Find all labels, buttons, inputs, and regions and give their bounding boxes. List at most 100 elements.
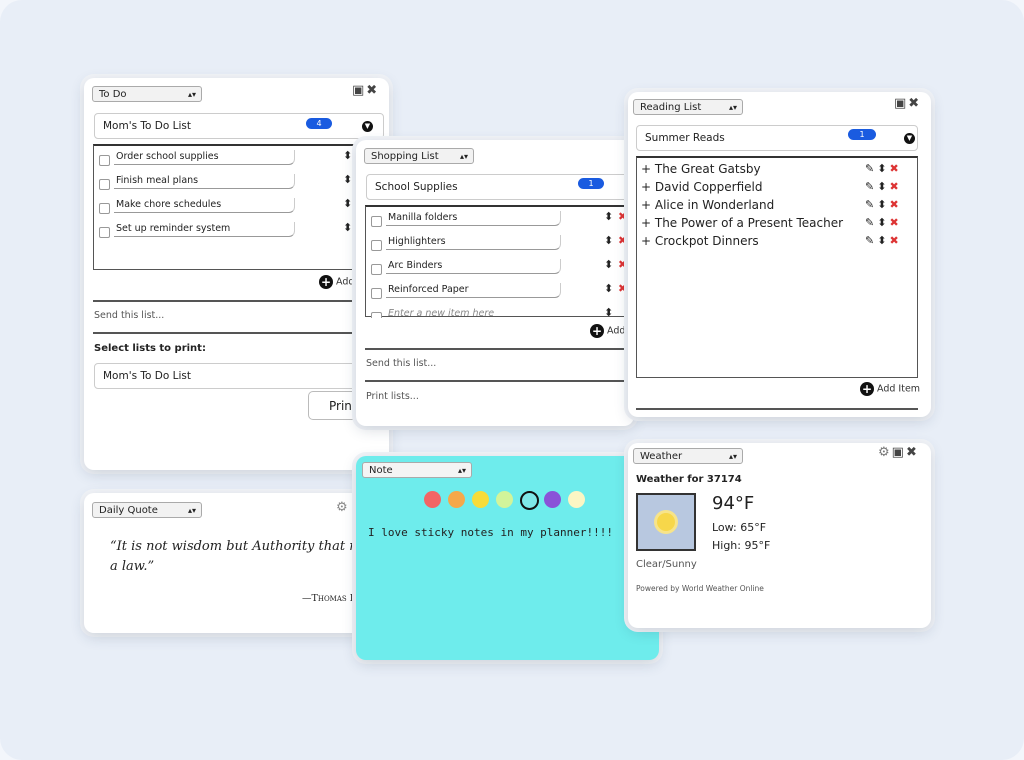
item-checkbox[interactable]	[99, 155, 110, 166]
list-item[interactable]: + The Power of a Present Teacher	[641, 214, 843, 232]
item-actions: ✎⬍✖	[865, 178, 902, 196]
delete-icon[interactable]: ✖	[618, 210, 627, 223]
item-text[interactable]: Finish meal plans	[114, 174, 295, 189]
weather-header-icons: ⚙▣✖	[878, 445, 919, 460]
pencil-icon[interactable]: ✎	[865, 198, 877, 211]
item-actions: ✎⬍✖	[865, 232, 902, 250]
todo-widget: To Do ▴▾ ▣✖ Mom's To Do List 4 ▼ Order sc…	[84, 78, 389, 470]
color-swatch-cyan-selected[interactable]	[520, 491, 539, 510]
close-icon[interactable]: ✖	[366, 83, 379, 98]
pencil-icon[interactable]: ✎	[865, 216, 877, 229]
add-item-button[interactable]: + Add	[319, 275, 354, 289]
color-swatch-orange[interactable]	[448, 491, 465, 508]
weather-powered-by[interactable]: Powered by World Weather Online	[636, 584, 764, 593]
list-item[interactable]: + Alice in Wonderland	[641, 196, 774, 214]
item-text[interactable]: Arc Binders	[386, 259, 561, 274]
item-text: Crockpot Dinners	[654, 234, 759, 248]
item-text[interactable]: Manilla folders	[386, 211, 561, 226]
move-icon[interactable]: ⬍	[343, 197, 352, 210]
item-checkbox[interactable]	[371, 216, 382, 227]
delete-icon[interactable]: ✖	[889, 234, 901, 247]
pencil-icon[interactable]: ✎	[865, 180, 877, 193]
divider	[365, 348, 634, 350]
list-item[interactable]: + The Great Gatsby	[641, 160, 761, 178]
list-item: Set up reminder system ⬍	[94, 221, 374, 241]
item-checkbox[interactable]	[371, 240, 382, 251]
item-checkbox[interactable]	[99, 227, 110, 238]
item-text[interactable]: Set up reminder system	[114, 222, 295, 237]
color-swatch-red[interactable]	[424, 491, 441, 508]
note-text[interactable]: I love sticky notes in my planner!!!!	[368, 526, 613, 539]
weather-image	[636, 493, 696, 551]
updown-icon: ▴▾	[728, 452, 737, 461]
plus-icon: +	[860, 382, 874, 396]
todo-list-selector[interactable]: To Do ▴▾	[92, 86, 202, 102]
shopping-count-badge: 1	[578, 178, 604, 189]
list-item[interactable]: + Crockpot Dinners	[641, 232, 759, 250]
item-checkbox[interactable]	[99, 203, 110, 214]
chevron-down-icon[interactable]: ▼	[362, 121, 373, 132]
gear-icon[interactable]: ⚙	[336, 500, 350, 515]
divider	[93, 300, 383, 302]
move-icon[interactable]: ⬍	[343, 149, 352, 162]
settings-cube-icon[interactable]: ▣	[894, 96, 908, 111]
send-list-link[interactable]: Send this list...	[366, 358, 436, 369]
add-item-button[interactable]: + Add Item	[860, 382, 920, 396]
item-text[interactable]: Make chore schedules	[114, 198, 295, 213]
list-item: Make chore schedules ⬍	[94, 197, 374, 217]
color-swatch-purple[interactable]	[544, 491, 561, 508]
move-icon[interactable]: ⬍	[604, 234, 613, 247]
color-swatch-yellow[interactable]	[472, 491, 489, 508]
reading-list-name-box[interactable]: Summer Reads	[636, 125, 918, 151]
new-item-input[interactable]: Enter a new item here	[386, 307, 560, 318]
settings-cube-icon[interactable]: ▣	[352, 83, 366, 98]
add-item-button[interactable]: + Add	[590, 324, 625, 338]
move-icon[interactable]: ⬍	[343, 221, 352, 234]
delete-icon[interactable]: ✖	[889, 198, 901, 211]
quote-selector[interactable]: Daily Quote ▴▾	[92, 502, 202, 518]
move-icon[interactable]: ⬍	[877, 180, 889, 193]
delete-icon[interactable]: ✖	[618, 282, 627, 295]
todo-list-name-box[interactable]: Mom's To Do List	[94, 113, 384, 139]
send-list-link[interactable]: Send this list...	[94, 310, 164, 321]
move-icon[interactable]: ⬍	[343, 173, 352, 186]
item-checkbox[interactable]	[99, 179, 110, 190]
pencil-icon[interactable]: ✎	[865, 234, 877, 247]
delete-icon[interactable]: ✖	[889, 216, 901, 229]
delete-icon[interactable]: ✖	[618, 258, 627, 271]
reading-items-box: + The Great Gatsby ✎⬍✖ + David Copperfie…	[636, 156, 918, 378]
list-item[interactable]: + David Copperfield	[641, 178, 763, 196]
delete-icon[interactable]: ✖	[889, 180, 901, 193]
item-text[interactable]: Highlighters	[386, 235, 561, 250]
shopping-selector[interactable]: Shopping List ▴▾	[364, 148, 474, 164]
move-icon[interactable]: ⬍	[604, 306, 613, 318]
pencil-icon[interactable]: ✎	[865, 162, 877, 175]
move-icon[interactable]: ⬍	[877, 234, 889, 247]
delete-icon[interactable]: ✖	[618, 234, 627, 247]
item-checkbox[interactable]	[371, 288, 382, 299]
weather-selector[interactable]: Weather ▴▾	[633, 448, 743, 464]
move-icon[interactable]: ⬍	[877, 162, 889, 175]
gear-icon[interactable]: ⚙	[878, 445, 892, 460]
settings-cube-icon[interactable]: ▣	[892, 445, 906, 460]
print-list-select[interactable]: Mom's To Do List	[94, 363, 384, 389]
delete-icon[interactable]: ✖	[889, 162, 901, 175]
item-text[interactable]: Reinforced Paper	[386, 283, 561, 298]
divider	[365, 380, 634, 382]
move-icon[interactable]: ⬍	[604, 210, 613, 223]
reading-selector[interactable]: Reading List ▴▾	[633, 99, 743, 115]
move-icon[interactable]: ⬍	[877, 198, 889, 211]
color-swatch-green[interactable]	[496, 491, 513, 508]
item-text[interactable]: Order school supplies	[114, 150, 295, 165]
item-checkbox[interactable]	[371, 264, 382, 275]
close-icon[interactable]: ✖	[908, 96, 921, 111]
item-checkbox[interactable]	[371, 312, 382, 318]
close-icon[interactable]: ✖	[906, 445, 919, 460]
print-lists-link[interactable]: Print lists...	[366, 391, 419, 402]
chevron-down-icon[interactable]: ▼	[904, 133, 915, 144]
color-swatch-cream[interactable]	[568, 491, 585, 508]
move-icon[interactable]: ⬍	[604, 282, 613, 295]
move-icon[interactable]: ⬍	[877, 216, 889, 229]
note-selector[interactable]: Note ▴▾	[362, 462, 472, 478]
move-icon[interactable]: ⬍	[604, 258, 613, 271]
